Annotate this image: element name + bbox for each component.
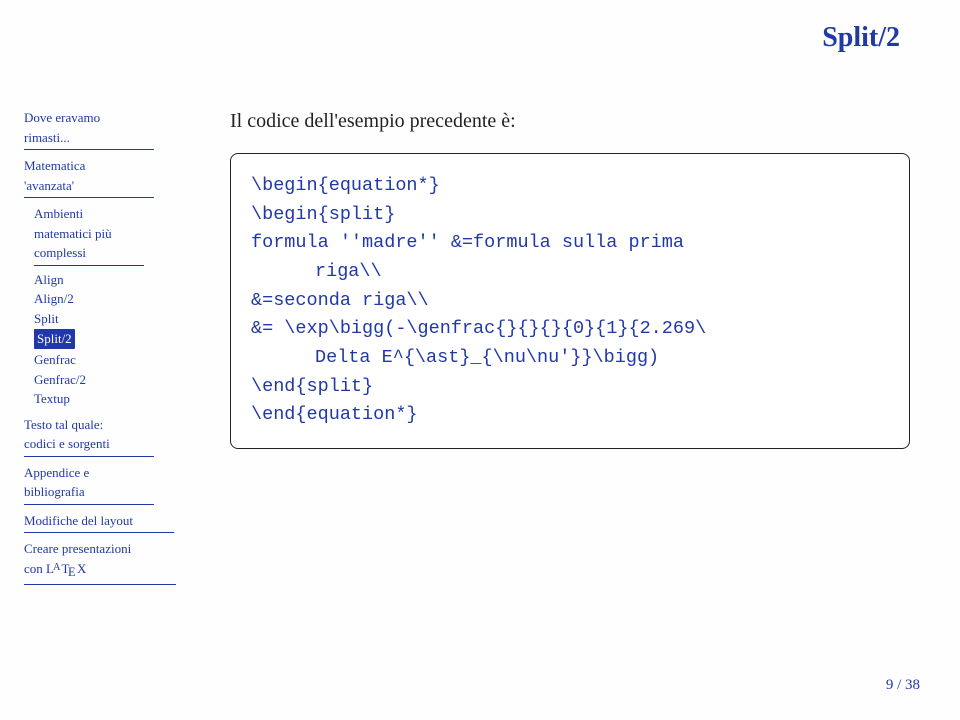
code-line: &= \exp\bigg(-\genfrac{}{}{}{0}{1}{2.269…: [251, 315, 889, 344]
nav-subitem-textup[interactable]: Textup: [34, 389, 194, 409]
nav-rule: [24, 456, 154, 457]
sidebar: Dove eravamo rimasti... Matematica 'avan…: [24, 108, 194, 591]
nav-section-1[interactable]: Dove eravamo rimasti...: [24, 108, 194, 150]
nav-item: codici e sorgenti: [24, 434, 194, 454]
nav-section-6[interactable]: Creare presentazioni con LATEX: [24, 539, 194, 584]
nav-section-5[interactable]: Modifiche del layout: [24, 511, 194, 534]
nav-item: Matematica: [24, 156, 194, 176]
nav-section-4[interactable]: Appendice e bibliografia: [24, 463, 194, 505]
nav-subitem: matematici più: [34, 224, 194, 244]
nav-item-text: con: [24, 561, 46, 576]
nav-item: Appendice e: [24, 463, 194, 483]
nav-rule: [24, 532, 174, 533]
nav-subitem: complessi: [34, 243, 194, 263]
page-number: 9 / 38: [886, 677, 920, 694]
nav-item: Testo tal quale:: [24, 415, 194, 435]
nav-subitem-genfrac[interactable]: Genfrac: [34, 350, 194, 370]
nav-rule: [24, 504, 154, 505]
code-line: \end{split}: [251, 373, 889, 402]
nav-rule: [24, 149, 154, 150]
nav-section-2[interactable]: Matematica 'avanzata' Ambienti matematic…: [24, 156, 194, 409]
code-line: \begin{equation*}: [251, 172, 889, 201]
latex-logo: LATEX: [46, 561, 86, 576]
nav-subitem-align[interactable]: Align: [34, 270, 194, 290]
content-area: Il codice dell'esempio precedente è: \be…: [230, 110, 910, 449]
nav-item: Creare presentazioni: [24, 539, 194, 559]
slide-title: Split/2: [822, 22, 900, 54]
nav-item: 'avanzata': [24, 176, 194, 196]
code-listing: \begin{equation*} \begin{split} formula …: [230, 153, 910, 449]
nav-item: Modifiche del layout: [24, 511, 194, 531]
nav-rule: [24, 197, 154, 198]
code-line: &=seconda riga\\: [251, 287, 889, 316]
nav-rule: [24, 584, 176, 585]
nav-subitem-split[interactable]: Split: [34, 309, 194, 329]
code-line: formula ''madre'' &=formula sulla prima: [251, 229, 889, 258]
code-line: Delta E^{\ast}_{\nu\nu'}}\bigg): [251, 344, 889, 373]
nav-subitem-align2[interactable]: Align/2: [34, 289, 194, 309]
nav-subitem-split2[interactable]: Split/2: [34, 328, 194, 350]
nav-subitem-genfrac2[interactable]: Genfrac/2: [34, 370, 194, 390]
nav-item: rimasti...: [24, 128, 194, 148]
nav-item: bibliografia: [24, 482, 194, 502]
code-line: \begin{split}: [251, 201, 889, 230]
code-line: \end{equation*}: [251, 401, 889, 430]
nav-section-3[interactable]: Testo tal quale: codici e sorgenti: [24, 415, 194, 457]
nav-subitem[interactable]: Ambienti: [34, 204, 194, 224]
nav-item: con LATEX: [24, 559, 194, 582]
intro-text: Il codice dell'esempio precedente è:: [230, 110, 910, 133]
code-line: riga\\: [251, 258, 889, 287]
nav-item: Dove eravamo: [24, 108, 194, 128]
nav-selected: Split/2: [34, 329, 75, 349]
nav-rule: [34, 265, 144, 266]
